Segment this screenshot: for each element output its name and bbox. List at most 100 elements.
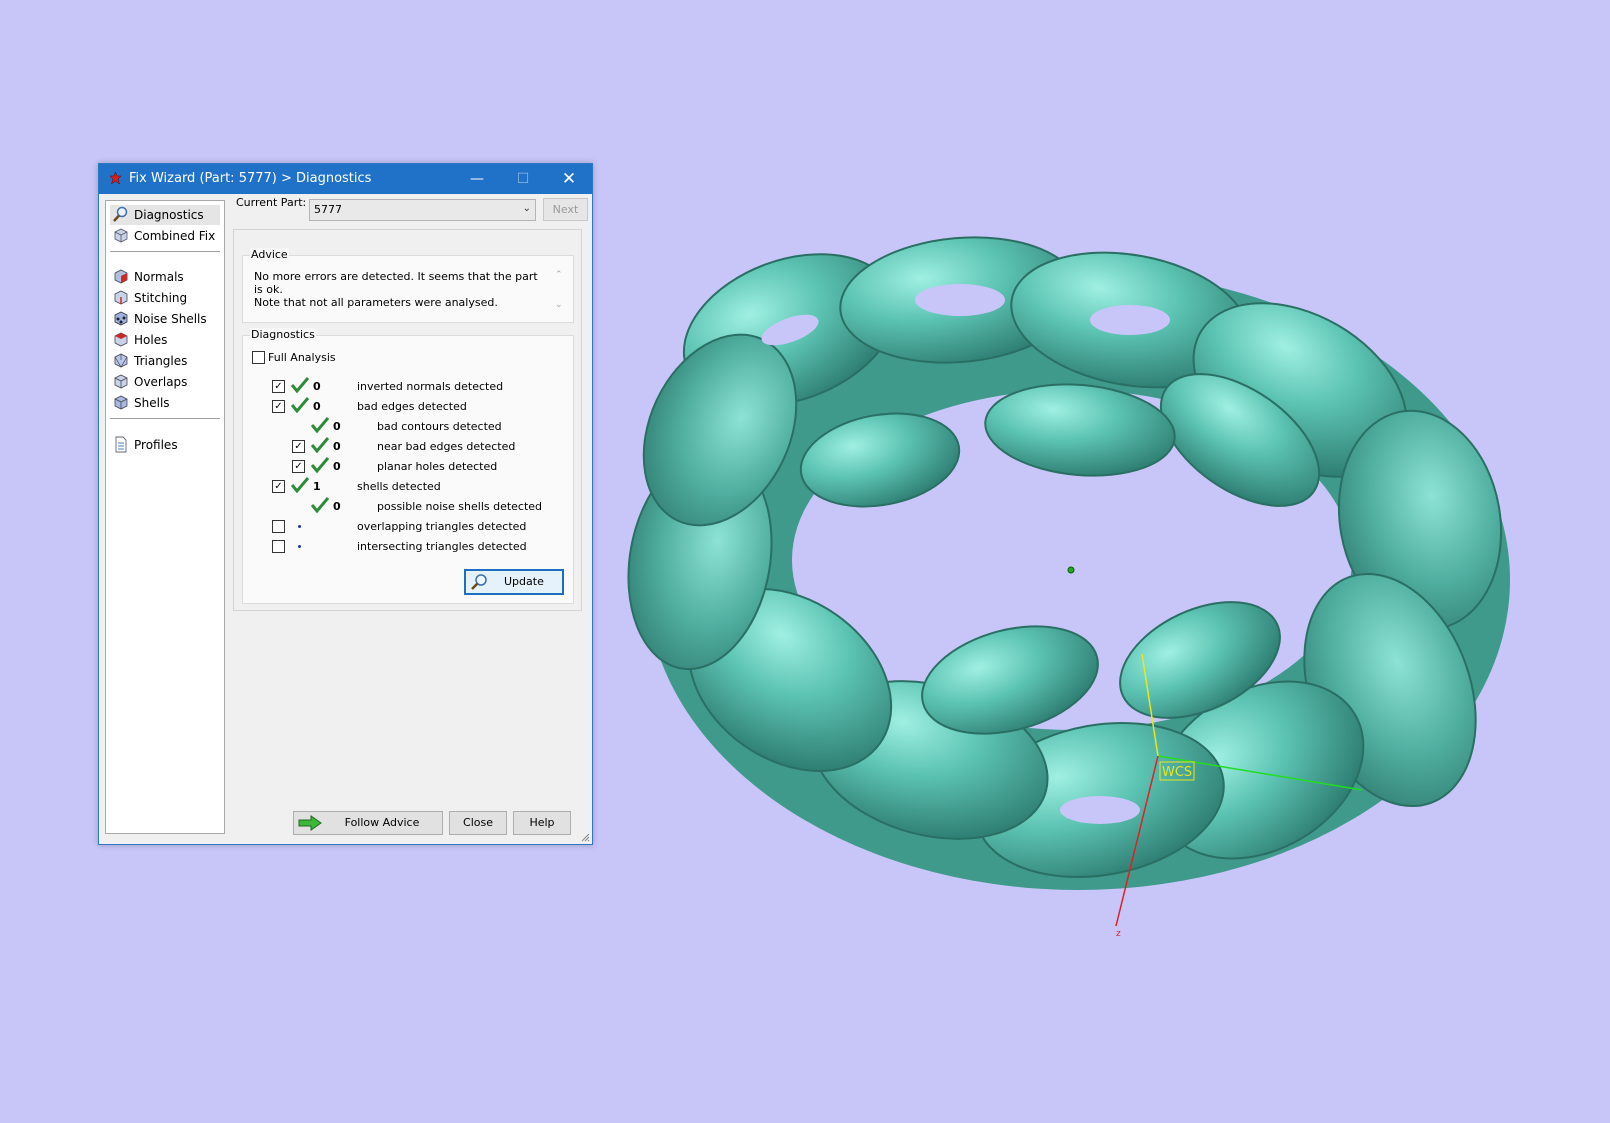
- check-icon: [311, 417, 329, 433]
- z-axis-label: z: [1116, 929, 1121, 939]
- inverted-normals-count: 0: [313, 380, 321, 393]
- advice-line: Note that not all parameters were analys…: [254, 296, 498, 309]
- inverted-normals-checkbox[interactable]: ✓: [272, 380, 285, 393]
- planar-holes-count: 0: [333, 460, 341, 473]
- sidebar-divider: [110, 251, 220, 252]
- next-button[interactable]: Next: [543, 198, 588, 221]
- sidebar-item-label: Triangles: [134, 354, 188, 368]
- sidebar-item-label: Profiles: [134, 438, 178, 452]
- magnifier-icon: [113, 206, 128, 222]
- check-icon: [311, 497, 329, 513]
- shells-label: shells detected: [357, 480, 441, 493]
- update-button-label: Update: [504, 575, 544, 588]
- check-icon: [311, 457, 329, 473]
- inverted-normals-label: inverted normals detected: [357, 380, 504, 393]
- content-panel: Advice No more errors are detected. It s…: [233, 229, 582, 611]
- sidebar-item-profiles[interactable]: Profiles: [110, 435, 220, 455]
- full-analysis-checkbox[interactable]: [252, 351, 265, 364]
- intersecting-triangles-checkbox[interactable]: [272, 540, 285, 553]
- current-part-value: 5777: [314, 203, 342, 216]
- overlaps-cube-icon: [114, 374, 128, 389]
- sidebar-item-label: Diagnostics: [134, 208, 204, 222]
- sidebar-item-label: Combined Fix: [134, 229, 216, 243]
- near-bad-edges-label: near bad edges detected: [377, 440, 516, 453]
- minimize-button[interactable]: —: [454, 164, 500, 194]
- current-part-select[interactable]: 5777 ⌄: [309, 199, 536, 221]
- document-icon: [115, 436, 127, 453]
- bad-edges-checkbox[interactable]: ✓: [272, 400, 285, 413]
- bad-edges-label: bad edges detected: [357, 400, 467, 413]
- resize-grip-icon[interactable]: [580, 832, 590, 842]
- intersecting-triangles-label: intersecting triangles detected: [357, 540, 527, 553]
- sidebar-divider: [110, 418, 220, 419]
- sidebar-item-label: Shells: [134, 396, 170, 410]
- sidebar-nav: Diagnostics Combined Fix Normals Stitchi…: [105, 200, 225, 834]
- sidebar-item-shells[interactable]: Shells: [110, 393, 220, 413]
- check-icon: [291, 397, 309, 413]
- overlapping-triangles-checkbox[interactable]: [272, 520, 285, 533]
- advice-group: Advice No more errors are detected. It s…: [242, 248, 574, 323]
- sidebar-item-noise-shells[interactable]: Noise Shells: [110, 309, 220, 329]
- follow-advice-label: Follow Advice: [344, 816, 420, 829]
- sidebar-item-normals[interactable]: Normals: [110, 267, 220, 287]
- near-bad-edges-count: 0: [333, 440, 341, 453]
- title-bar[interactable]: Fix Wizard (Part: 5777) > Diagnostics — …: [99, 164, 592, 194]
- sidebar-item-label: Stitching: [134, 291, 188, 305]
- diagnostics-group: Diagnostics Full Analysis ✓ 0 inverted n…: [242, 328, 574, 604]
- pending-dot-icon: [298, 525, 301, 528]
- magnifier-icon: [471, 574, 487, 590]
- full-analysis-label: Full Analysis: [268, 351, 336, 364]
- sidebar-item-holes[interactable]: Holes: [110, 330, 220, 350]
- sidebar-item-combined-fix[interactable]: Combined Fix: [110, 226, 220, 246]
- shells-cube-icon: [114, 395, 128, 410]
- holes-cube-icon: [114, 332, 128, 347]
- stitching-cube-icon: [114, 290, 128, 305]
- chevron-down-icon: ⌄: [522, 203, 531, 214]
- bad-contours-label: bad contours detected: [377, 420, 502, 433]
- sidebar-item-label: Noise Shells: [134, 312, 207, 326]
- sidebar-item-label: Overlaps: [134, 375, 188, 389]
- current-part-label: Current Part:: [236, 196, 307, 209]
- pending-dot-icon: [298, 545, 301, 548]
- scroll-up-icon[interactable]: ⌃: [555, 270, 563, 280]
- maximize-button[interactable]: ☐: [500, 164, 546, 194]
- app-logo-icon: [109, 171, 122, 185]
- advice-title: Advice: [250, 248, 289, 261]
- near-bad-edges-checkbox[interactable]: ✓: [292, 440, 305, 453]
- noise-shells-label: possible noise shells detected: [377, 500, 543, 513]
- sidebar-item-stitching[interactable]: Stitching: [110, 288, 220, 308]
- normals-cube-icon: [114, 269, 128, 284]
- help-button[interactable]: Help: [513, 811, 571, 835]
- noise-shells-icon: [114, 311, 128, 326]
- diagnostics-title: Diagnostics: [250, 328, 316, 341]
- sidebar-item-diagnostics[interactable]: Diagnostics: [110, 205, 220, 225]
- window-title: Fix Wizard (Part: 5777) > Diagnostics: [129, 171, 372, 186]
- bad-edges-count: 0: [313, 400, 321, 413]
- follow-advice-button[interactable]: Follow Advice: [293, 811, 443, 835]
- triangles-cube-icon: [114, 353, 128, 368]
- sidebar-item-label: Normals: [134, 270, 184, 284]
- check-icon: [311, 437, 329, 453]
- advice-text: No more errors are detected. It seems th…: [254, 270, 539, 309]
- close-button[interactable]: Close: [449, 811, 507, 835]
- bad-contours-count: 0: [333, 420, 341, 433]
- close-button-label: Close: [463, 816, 493, 829]
- noise-shells-count: 0: [333, 500, 341, 513]
- shells-count: 1: [313, 480, 321, 493]
- help-button-label: Help: [529, 816, 555, 829]
- check-icon: [291, 477, 309, 493]
- close-window-button[interactable]: ✕: [546, 164, 592, 194]
- scroll-down-icon[interactable]: ⌄: [555, 300, 563, 310]
- fix-wizard-window: Fix Wizard (Part: 5777) > Diagnostics — …: [98, 163, 593, 845]
- wcs-label: WCS: [1162, 765, 1192, 780]
- planar-holes-checkbox[interactable]: ✓: [292, 460, 305, 473]
- advice-line: No more errors are detected. It seems th…: [254, 270, 538, 296]
- check-icon: [291, 377, 309, 393]
- update-button[interactable]: Update: [464, 569, 564, 595]
- cube-icon: [114, 228, 128, 243]
- sidebar-item-triangles[interactable]: Triangles: [110, 351, 220, 371]
- planar-holes-label: planar holes detected: [377, 460, 498, 473]
- advice-scrollbar[interactable]: ⌃ ⌄: [555, 270, 567, 316]
- sidebar-item-overlaps[interactable]: Overlaps: [110, 372, 220, 392]
- shells-checkbox[interactable]: ✓: [272, 480, 285, 493]
